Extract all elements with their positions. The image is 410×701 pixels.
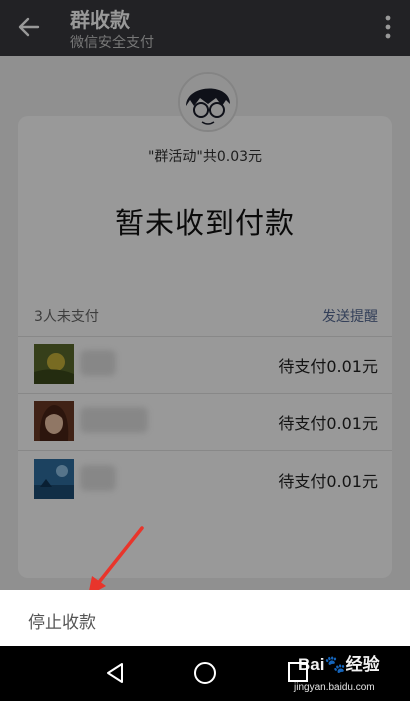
stop-collection-button[interactable]: 停止收款 [28, 608, 96, 633]
triangle-back-icon[interactable] [102, 660, 128, 686]
baidu-jingyan-watermark-logo: Bai🐾经验 [298, 655, 380, 674]
annotation-arrow-icon [88, 526, 144, 596]
circle-home-icon[interactable] [192, 660, 218, 686]
modal-overlay[interactable] [0, 0, 410, 590]
app-screen: 群收款 微信安全支付 "群活动"共0.03元 暂未收到付款 3人未支付 发送提醒 [0, 0, 410, 701]
action-sheet: 停止收款 [0, 590, 410, 646]
watermark-url: jingyan.baidu.com [294, 682, 375, 693]
